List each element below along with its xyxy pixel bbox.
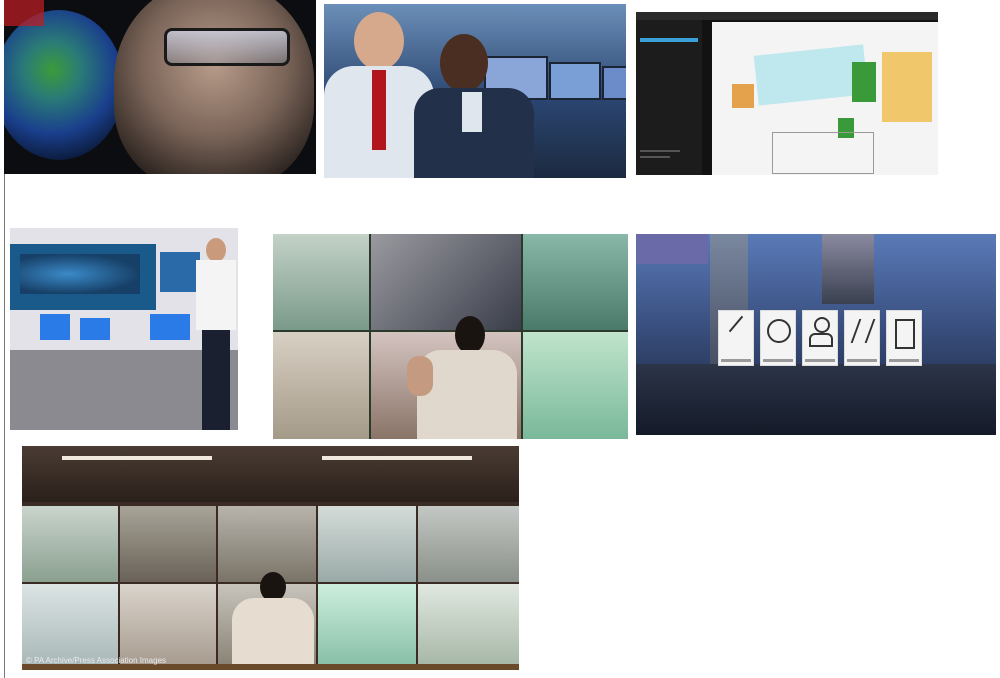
icon-card-building bbox=[886, 310, 922, 366]
ceiling bbox=[22, 446, 519, 502]
globe-graphic bbox=[4, 10, 124, 160]
head-silhouette bbox=[114, 0, 314, 174]
purple-sky-panel bbox=[636, 234, 708, 264]
image-video-wall-operator[interactable]: © PA Archive/Press Association Images bbox=[22, 446, 519, 670]
icon-card-person bbox=[802, 310, 838, 366]
left-panel bbox=[636, 20, 702, 175]
red-screen-glow bbox=[4, 0, 44, 26]
feed-river bbox=[273, 234, 369, 330]
image-surveillance-wall[interactable] bbox=[273, 234, 628, 439]
feed-plaza bbox=[273, 332, 369, 439]
feed-buildings bbox=[523, 234, 628, 330]
building-photo-2 bbox=[822, 234, 874, 304]
image-analyst-glasses[interactable] bbox=[4, 0, 316, 174]
image-floorplan-software[interactable] bbox=[636, 12, 938, 175]
menu-bar bbox=[636, 12, 938, 20]
monitor-row-3 bbox=[602, 66, 626, 100]
glasses bbox=[164, 28, 290, 66]
operator-silhouette bbox=[407, 316, 527, 439]
image-operators-phone[interactable] bbox=[324, 4, 626, 178]
skyline bbox=[636, 364, 996, 435]
wall-map-screen bbox=[10, 244, 156, 310]
operator-back-view bbox=[228, 572, 318, 670]
icon-card-gauge bbox=[760, 310, 796, 366]
operator-standing bbox=[194, 238, 238, 430]
monitor-row-2 bbox=[549, 62, 601, 100]
image-credit: © PA Archive/Press Association Images bbox=[26, 656, 167, 665]
icon-card-dna bbox=[844, 310, 880, 366]
plan-canvas bbox=[712, 22, 938, 175]
image-skyline-icons[interactable] bbox=[636, 234, 996, 435]
feed-green bbox=[523, 332, 628, 439]
image-control-room-map[interactable] bbox=[10, 228, 238, 430]
desk-monitors bbox=[40, 314, 190, 344]
icon-card-pen bbox=[718, 310, 754, 366]
person-seated-phone bbox=[414, 34, 534, 178]
